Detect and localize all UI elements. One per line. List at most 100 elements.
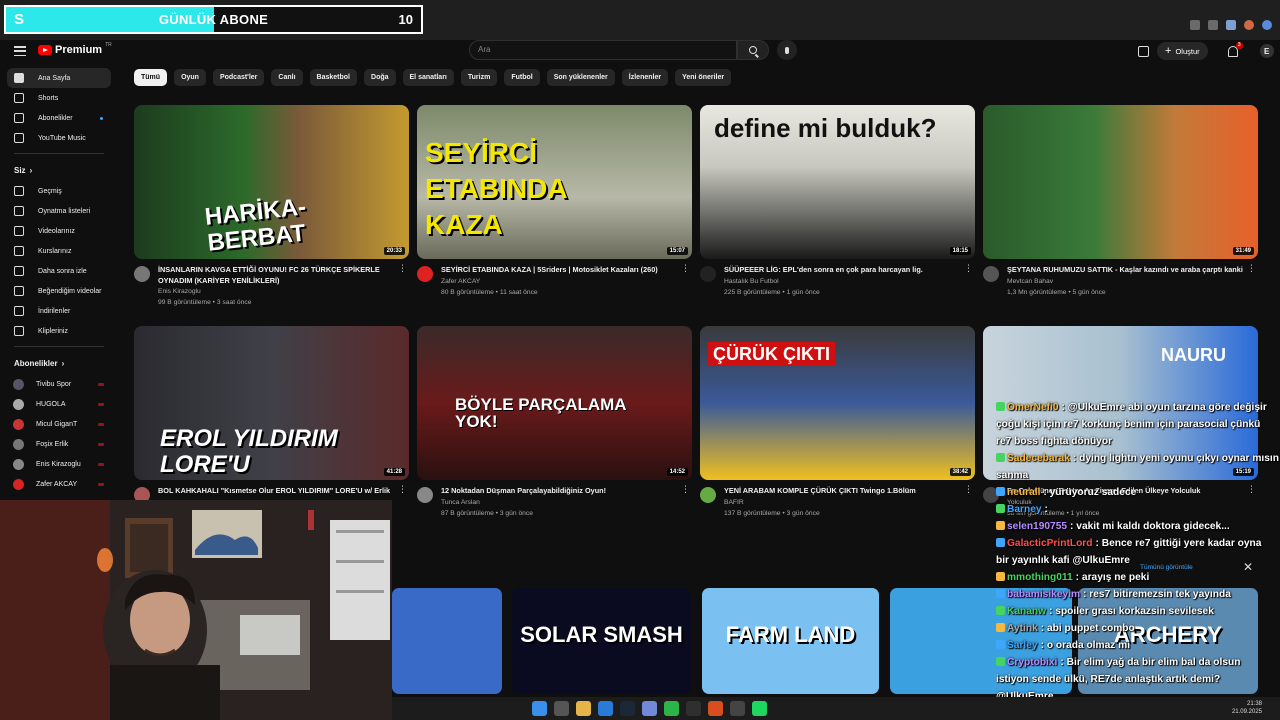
hamburger-menu-icon[interactable] bbox=[14, 46, 26, 57]
video-card[interactable]: 31:49 ŞEYTANA RUHUMUZU SATTIK - Kaşlar ka… bbox=[983, 105, 1258, 305]
chip-11[interactable]: Yeni öneriler bbox=[675, 69, 732, 86]
video-card[interactable]: HARİKA-BERBAT 20:33 İNSANLARIN KAVGA ETTİĞ… bbox=[134, 105, 409, 306]
chip-2[interactable]: Podcast'ler bbox=[212, 69, 265, 86]
account-avatar[interactable]: E bbox=[1259, 44, 1274, 58]
search-button[interactable] bbox=[737, 40, 769, 60]
sidebar-item-1[interactable]: Shorts bbox=[7, 88, 111, 108]
channel-name[interactable]: Tunca Arslan bbox=[441, 499, 480, 506]
sidebar-you-item-3[interactable]: Kurslarınız bbox=[7, 241, 111, 261]
firefox-icon[interactable] bbox=[708, 701, 723, 716]
sidebar-you-item-2[interactable]: Videolarınız bbox=[7, 221, 111, 241]
notifications-icon[interactable]: 3 bbox=[1227, 41, 1243, 57]
video-title[interactable]: SEYİRCİ ETABINDA KAZA | 5Sriders | Motos… bbox=[441, 265, 679, 276]
video-thumbnail[interactable]: SEYİRCİ ETABINDA KAZA 15:07 bbox=[417, 105, 692, 259]
sidebar-you-item-1[interactable]: Oynatma listeleri bbox=[7, 201, 111, 221]
chip-7[interactable]: Turizm bbox=[460, 69, 498, 86]
close-icon[interactable]: ✕ bbox=[1243, 561, 1253, 573]
chip-1[interactable]: Oyun bbox=[174, 69, 206, 86]
taskbar-clock[interactable]: 21:38 21.09.2025 bbox=[1232, 700, 1262, 716]
voice-search-button[interactable] bbox=[777, 40, 797, 60]
more-options-icon[interactable]: ⋮ bbox=[964, 485, 973, 494]
profile-icon[interactable] bbox=[1244, 20, 1254, 30]
sidebar-item-2[interactable]: Abonelikler bbox=[7, 108, 111, 128]
video-thumbnail[interactable]: ÇÜRÜK ÇIKTI 38:42 bbox=[700, 326, 975, 480]
sidebar-section-subscriptions[interactable]: Abonelikler › bbox=[14, 352, 104, 374]
video-card[interactable]: EROL YILDIRIM LORE'U 41:28 BOL KAHKAHALI "… bbox=[134, 326, 409, 526]
chip-10[interactable]: İzlenenler bbox=[621, 69, 669, 86]
channel-avatar[interactable] bbox=[134, 266, 150, 282]
create-button[interactable]: + Oluştur bbox=[1157, 42, 1208, 60]
copilot-icon[interactable] bbox=[1262, 20, 1272, 30]
channel-avatar[interactable] bbox=[417, 487, 433, 503]
chip-0[interactable]: Tümü bbox=[134, 69, 168, 86]
video-title[interactable]: 12 Noktadan Düşman Parçalayabildiğiniz O… bbox=[441, 486, 679, 497]
obs-icon[interactable] bbox=[730, 701, 745, 716]
steam-icon[interactable] bbox=[620, 701, 635, 716]
video-thumbnail[interactable]: HARİKA-BERBAT 20:33 bbox=[134, 105, 409, 259]
chip-5[interactable]: Doğa bbox=[364, 69, 396, 86]
sidebar-you-item-0[interactable]: Geçmiş bbox=[7, 181, 111, 201]
video-title[interactable]: SÜÜPEEER LİG: EPL'den sonra en çok para … bbox=[724, 265, 962, 276]
more-options-icon[interactable]: ⋮ bbox=[964, 264, 973, 273]
game-card[interactable] bbox=[392, 588, 502, 694]
channel-avatar[interactable] bbox=[700, 487, 716, 503]
settings-icon[interactable] bbox=[686, 701, 701, 716]
search-taskbar-icon[interactable] bbox=[554, 701, 569, 716]
sidebar-you-item-5[interactable]: Beğendiğim videolar bbox=[7, 281, 111, 301]
video-thumbnail[interactable]: BÖYLE PARÇALAMA YOK! 14:52 bbox=[417, 326, 692, 480]
sidebar-sub-item-0[interactable]: Tivibu Spor bbox=[7, 374, 111, 394]
windows-start-icon[interactable] bbox=[532, 701, 547, 716]
game-card[interactable]: SOLAR SMASH bbox=[512, 588, 691, 694]
video-card[interactable]: SEYİRCİ ETABINDA KAZA 15:07 SEYİRCİ ETABIN… bbox=[417, 105, 692, 305]
channel-name[interactable]: BAFIR bbox=[724, 499, 744, 506]
youtube-logo[interactable]: Premium TR bbox=[38, 42, 112, 56]
channel-name[interactable]: Zafer AKCAY bbox=[441, 278, 480, 285]
channel-avatar[interactable] bbox=[983, 266, 999, 282]
more-options-icon[interactable]: ⋮ bbox=[1247, 264, 1256, 273]
more-options-icon[interactable]: ⋮ bbox=[398, 264, 407, 273]
video-title[interactable]: BOL KAHKAHALI "Kısmetse Olur EROL YILDIR… bbox=[158, 486, 396, 497]
chip-4[interactable]: Basketbol bbox=[309, 69, 358, 86]
sidebar-item-3[interactable]: YouTube Music bbox=[7, 128, 111, 148]
sidebar-item-0[interactable]: Ana Sayfa bbox=[7, 68, 111, 88]
channel-avatar[interactable] bbox=[700, 266, 716, 282]
cast-icon[interactable] bbox=[1138, 45, 1149, 57]
video-thumbnail[interactable]: 31:49 bbox=[983, 105, 1258, 259]
more-options-icon[interactable]: ⋮ bbox=[398, 485, 407, 494]
edge-icon[interactable] bbox=[598, 701, 613, 716]
chip-8[interactable]: Futbol bbox=[504, 69, 540, 86]
game-card[interactable]: FARM LAND bbox=[702, 588, 879, 694]
channel-name[interactable]: Hastalık Bu Futbol bbox=[724, 278, 779, 285]
video-card[interactable]: define mi bulduk? 18:15 SÜÜPEEER LİG: EPL'… bbox=[700, 105, 975, 305]
video-thumbnail[interactable]: define mi bulduk? 18:15 bbox=[700, 105, 975, 259]
channel-name[interactable]: Mevtcan Bahav bbox=[1007, 278, 1053, 285]
sidebar-section-you[interactable]: Siz › bbox=[14, 159, 104, 181]
bookmark-icon[interactable] bbox=[1208, 20, 1218, 30]
extension-icon[interactable] bbox=[1226, 20, 1236, 30]
apps-icon[interactable] bbox=[1190, 20, 1200, 30]
chip-6[interactable]: El sanatları bbox=[402, 69, 454, 86]
sidebar-you-item-4[interactable]: Daha sonra izle bbox=[7, 261, 111, 281]
sidebar-sub-item-2[interactable]: Micul GiganT bbox=[7, 414, 111, 434]
sidebar-sub-item-3[interactable]: Foşix Erlik bbox=[7, 434, 111, 454]
sidebar-sub-item-5[interactable]: Zafer AKCAY bbox=[7, 474, 111, 494]
video-thumbnail[interactable]: EROL YILDIRIM LORE'U 41:28 bbox=[134, 326, 409, 480]
video-title[interactable]: YENİ ARABAM KOMPLE ÇÜRÜK ÇIKTI Twingo 1.… bbox=[724, 486, 962, 497]
video-title[interactable]: ŞEYTANA RUHUMUZU SATTIK - Kaşlar kazındı… bbox=[1007, 265, 1245, 276]
more-options-icon[interactable]: ⋮ bbox=[681, 264, 690, 273]
video-card[interactable]: ÇÜRÜK ÇIKTI 38:42 YENİ ARABAM KOMPLE ÇÜRÜK… bbox=[700, 326, 975, 526]
video-title[interactable]: İNSANLARIN KAVGA ETTİĞİ OYUNU! FC 26 TÜR… bbox=[158, 265, 396, 286]
video-card[interactable]: BÖYLE PARÇALAMA YOK! 14:52 12 Noktadan Düş… bbox=[417, 326, 692, 526]
discord-icon[interactable] bbox=[642, 701, 657, 716]
file-explorer-icon[interactable] bbox=[576, 701, 591, 716]
spotify-icon[interactable] bbox=[752, 701, 767, 716]
sidebar-sub-item-1[interactable]: HUGOLA bbox=[7, 394, 111, 414]
sidebar-you-item-7[interactable]: Klipleriniz bbox=[7, 321, 111, 341]
chip-9[interactable]: Son yüklenenler bbox=[546, 69, 615, 86]
sidebar-you-item-6[interactable]: İndirilenler bbox=[7, 301, 111, 321]
channel-avatar[interactable] bbox=[417, 266, 433, 282]
whatsapp-icon[interactable] bbox=[664, 701, 679, 716]
channel-name[interactable]: Enis Kirazoglu bbox=[158, 288, 201, 295]
sidebar-sub-item-4[interactable]: Enis Kirazoglu bbox=[7, 454, 111, 474]
search-input[interactable]: Ara bbox=[469, 40, 737, 60]
